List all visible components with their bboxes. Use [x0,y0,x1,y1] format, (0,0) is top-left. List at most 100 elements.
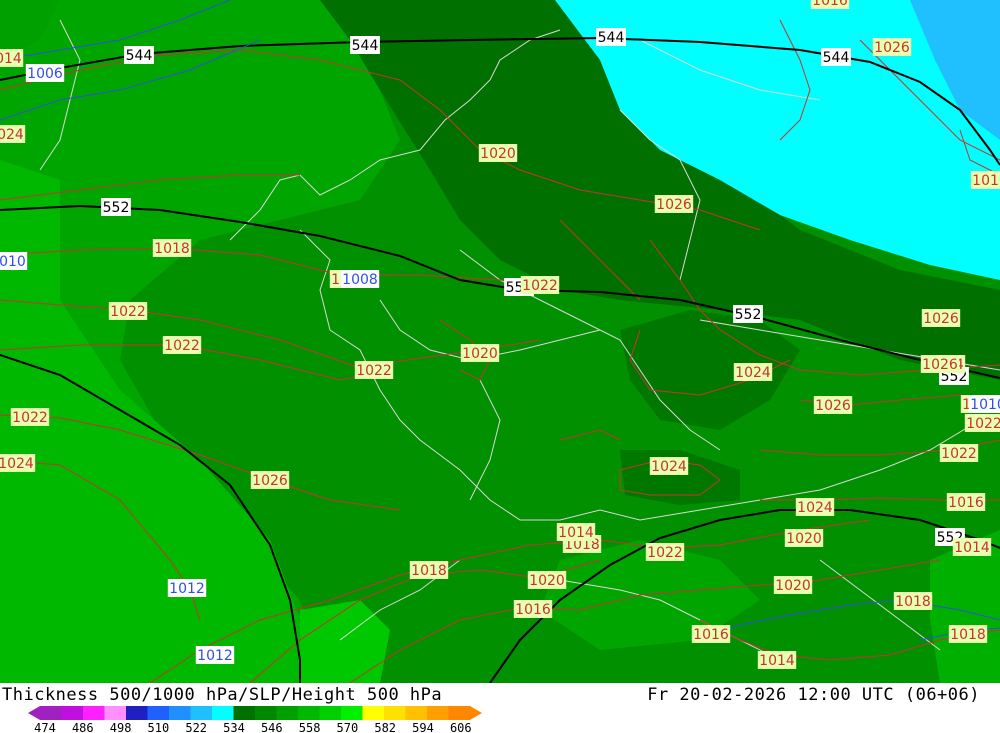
slp-label: 1020 [784,529,824,547]
slp-label: 1010 [0,252,28,270]
colorbar-tick-labels: 474 486 498 510 522 534 546 558 570 582 594 606 [34,721,471,733]
height-label: 544 [350,36,380,54]
slp-label-text: 1014 [954,540,990,556]
slp-label: 1022 [108,302,148,320]
slp-label: 1026 [920,355,960,373]
slp-label: 1018 [893,592,933,610]
height-label-text: 544 [598,30,625,46]
height-label-text: 544 [352,38,379,54]
slp-label: 1014 [556,523,596,541]
slp-label: 1010 [968,395,1000,413]
colorbar-swatch [40,706,62,720]
slp-label-text: 1020 [786,531,822,547]
colorbar-tick-label: 486 [72,721,94,733]
slp-label: 1016 [691,625,731,643]
slp-label: 1018 [409,561,449,579]
slp-label-text: 1016 [693,627,729,643]
colorbar-swatch [233,706,256,720]
colorbar-swatches [28,706,482,720]
slp-label: 1016 [946,493,986,511]
slp-label-text: 1026 [656,197,692,213]
slp-label-text: 1020 [775,578,811,594]
slp-label-text: 1008 [342,272,378,288]
slp-label-text: 1022 [522,278,558,294]
slp-label-text: 1012 [197,648,233,664]
colorbar-swatch [448,706,471,720]
colorbar-swatch [83,706,105,720]
colorbar-swatch [384,706,406,720]
colorbar-left-arrow [28,706,40,720]
slp-label: 1026 [872,38,912,56]
slp-label: 1018 [948,625,988,643]
slp-label-text: 1024 [735,365,771,381]
colorbar-swatch [319,706,342,720]
slp-label: 1020 [527,571,567,589]
slp-label-text: 1026 [923,311,959,327]
slp-label: 1024 [795,498,835,516]
slp-label-text: 1024 [0,456,34,472]
height-label: 552 [101,198,131,216]
slp-label: 1016 [810,0,850,9]
slp-label-text: 1012 [169,581,205,597]
colorbar-swatch [298,706,320,720]
slp-label-text: 1016 [972,173,1000,189]
slp-label-text: 1014 [759,653,795,669]
slp-label-text: 1024 [0,127,24,143]
colorbar-tick-label: 522 [185,721,207,733]
slp-label: 1006 [25,64,65,82]
slp-label-text: 1016 [948,495,984,511]
slp-label: 1020 [478,144,518,162]
slp-label: 1022 [939,444,979,462]
slp-label: 1014 [952,538,992,556]
slp-label: 1024 [0,454,36,472]
slp-label: 1024 [0,125,26,143]
slp-label-text: 1018 [411,563,447,579]
colorbar-tick-label: 558 [299,721,321,733]
slp-label-text: 1022 [966,416,1000,432]
slp-label: 1018 [152,239,192,257]
colorbar-swatch [255,706,277,720]
slp-label-text: 1022 [110,304,146,320]
colorbar-tick-label: 498 [110,721,132,733]
slp-label: 1022 [964,414,1000,432]
weather-map: 544544 5445445525525525525521026100610181… [0,0,1000,683]
colorbar-right-arrow [470,706,482,720]
slp-label: 1022 [10,408,50,426]
slp-label-text: 1020 [462,346,498,362]
slp-label-text: 1022 [647,545,683,561]
slp-label: 1024 [649,457,689,475]
thickness-colorbar: 474 486 498 510 522 534 546 558 570 582 594 606 [28,706,482,733]
height-label-text: 544 [823,50,850,66]
colorbar-swatch [276,706,299,720]
colorbar-swatch [147,706,170,720]
slp-label: 1020 [773,576,813,594]
slp-label-text: 1010 [970,397,1000,413]
colorbar-tick-label: 474 [34,721,56,733]
map-title: Thickness 500/1000 hPa/SLP/Height 500 hP… [2,685,443,705]
colorbar-swatch [427,706,449,720]
height-label: 552 [733,305,763,323]
map-footer: Thickness 500/1000 hPa/SLP/Height 500 hP… [0,683,1000,733]
colorbar-tick-label: 570 [337,721,359,733]
slp-label: 1026 [921,309,961,327]
slp-label-text: 1020 [529,573,565,589]
slp-label: 1026 [813,396,853,414]
colorbar-tick-label: 582 [374,721,396,733]
height-label-text: 552 [735,307,762,323]
colorbar-tick-label: 594 [412,721,434,733]
height-label-text: 544 [126,48,153,64]
slp-label: 1022 [645,543,685,561]
slp-label-text: 1026 [252,473,288,489]
slp-label: 1022 [162,336,202,354]
slp-label: 1022 [520,276,560,294]
colorbar-swatch [212,706,234,720]
slp-label-text: 1020 [480,146,516,162]
slp-label-text: 1018 [950,627,986,643]
slp-label: 1008 [340,270,380,288]
slp-label: 1026 [654,195,694,213]
slp-label: 1026 [250,471,290,489]
colorbar-swatch [362,706,385,720]
slp-label-text: 1024 [797,500,833,516]
slp-label: 1016 [970,171,1000,189]
slp-label: 1014 [0,49,24,67]
